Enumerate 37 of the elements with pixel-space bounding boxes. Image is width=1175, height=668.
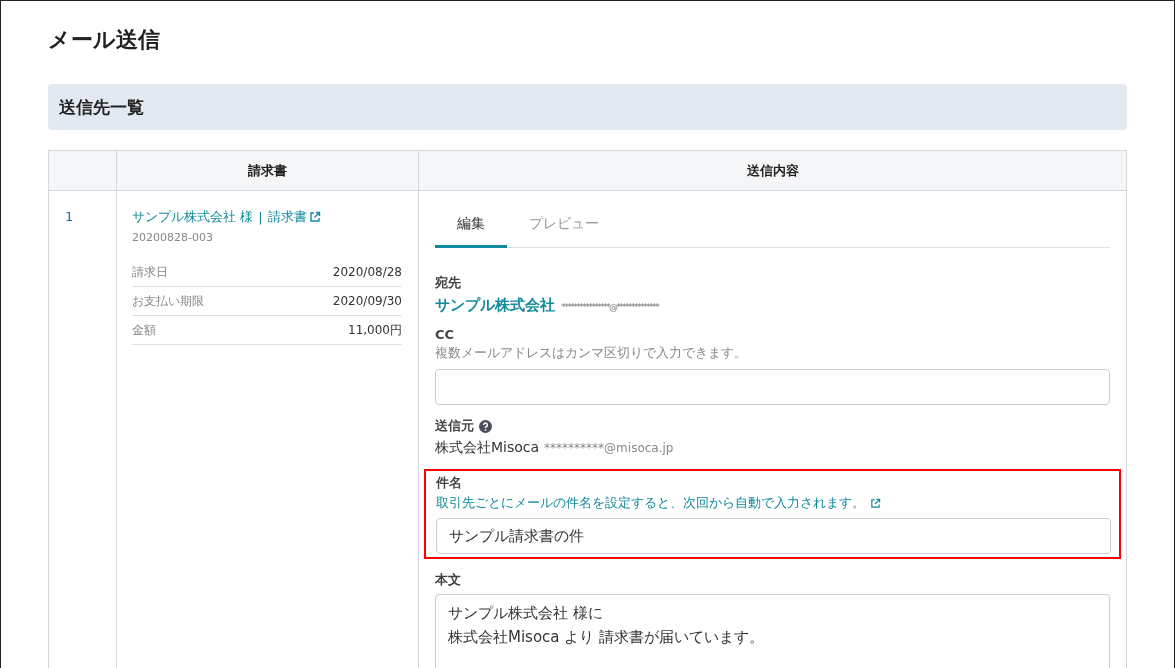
- field-label: 宛先: [435, 274, 462, 292]
- column-header: [48, 150, 117, 191]
- sender-email: **********@misoca.jp: [544, 441, 674, 455]
- section-title: 送信先一覧: [59, 95, 144, 119]
- help-icon[interactable]: [479, 419, 492, 433]
- detail-label: 金額: [132, 321, 156, 339]
- body-field[interactable]: サンプル株式会社 様に 株式会社Misoca より 請求書が届いています。: [435, 594, 1110, 668]
- cc-field[interactable]: [435, 369, 1110, 405]
- field-label: 本文: [435, 571, 462, 589]
- external-link-icon: [870, 498, 881, 509]
- subject-field[interactable]: サンプル請求書の件: [436, 518, 1111, 554]
- invoice-number: 20200828-003: [132, 231, 214, 244]
- recipient-email: ****************@**************: [561, 302, 659, 312]
- body-line: 株式会社Misoca より 請求書が届いています。: [448, 627, 766, 648]
- recipient-name: サンプル株式会社: [435, 296, 555, 315]
- row-number: 1: [48, 190, 117, 668]
- tab[interactable]: プレビュー: [507, 207, 621, 248]
- body-line: サンプル株式会社 様に: [448, 603, 604, 624]
- field-label: CC: [435, 327, 456, 342]
- tab[interactable]: 編集: [435, 207, 507, 248]
- detail-label: 請求日: [132, 263, 168, 281]
- column-header: 請求書: [116, 150, 419, 191]
- separator: |: [258, 209, 263, 225]
- field-label: 件名: [436, 474, 463, 492]
- invoice-link[interactable]: 請求書: [267, 208, 321, 226]
- detail-value: 2020/09/30: [332, 294, 402, 308]
- field-hint: 複数メールアドレスはカンマ区切りで入力できます。: [435, 345, 748, 362]
- client-link[interactable]: サンプル株式会社 様: [132, 208, 254, 226]
- settings-link[interactable]: 取引先ごとにメールの件名を設定すると、次回から自動で入力されます。: [436, 495, 881, 512]
- field-label: 送信元: [435, 417, 474, 435]
- page-title: メール送信: [48, 26, 161, 54]
- detail-value: 2020/08/28: [332, 265, 402, 279]
- sender-name: 株式会社Misoca: [435, 439, 540, 457]
- column-header: 送信内容: [418, 150, 1127, 191]
- external-link-icon: [308, 211, 321, 223]
- detail-label: お支払い期限: [132, 292, 204, 310]
- detail-value: 11,000円: [348, 321, 402, 339]
